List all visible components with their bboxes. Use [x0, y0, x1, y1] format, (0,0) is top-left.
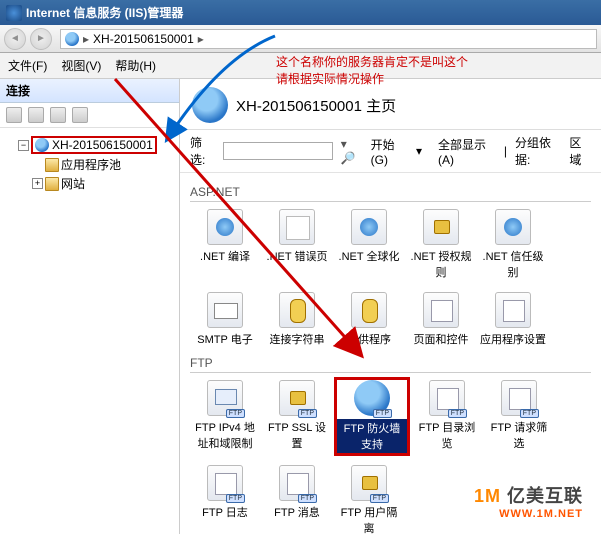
collapse-icon[interactable]: − [18, 140, 29, 151]
feature-item[interactable]: FTPFTP SSL 设置 [262, 377, 332, 456]
page-title: XH-201506150001 主页 [236, 95, 396, 116]
groupby-label: 分组依据: [515, 134, 561, 168]
chevron-right-icon: ▸ [83, 32, 89, 46]
connections-tree: − XH-201506150001 应用程序池 + 网站 [0, 128, 179, 200]
breadcrumb[interactable]: ▸ XH-201506150001 ▸ [60, 29, 597, 49]
feature-item[interactable]: .NET 授权规则 [406, 206, 476, 283]
feature-label: FTP 用户隔离 [336, 504, 402, 534]
feature-label: 提供程序 [336, 331, 402, 347]
tree-label: 网站 [61, 175, 85, 192]
tree-label-server: XH-201506150001 [52, 138, 153, 152]
feature-item[interactable]: FTPFTP 防火墙支持 [334, 377, 410, 456]
content-pane: XH-201506150001 主页 筛选: ▾ 🔎 开始(G) ▾ 全部显示(… [180, 79, 601, 534]
app-icon [6, 5, 22, 21]
filter-input[interactable] [223, 142, 333, 160]
toolbar-button[interactable] [6, 107, 22, 123]
feature-label: 连接字符串 [264, 331, 330, 347]
tree-label: 应用程序池 [61, 156, 121, 173]
feature-label: FTP 请求筛选 [486, 419, 552, 451]
menu-help[interactable]: 帮助(H) [115, 57, 156, 74]
chevron-right-icon: ▸ [198, 32, 204, 46]
show-all-button[interactable]: 全部显示(A) [438, 136, 496, 167]
feature-label: .NET 信任级别 [480, 248, 546, 280]
server-icon [35, 138, 49, 152]
ftp-badge-icon: FTP [298, 409, 317, 418]
feature-label: FTP 消息 [264, 504, 330, 520]
ftp-badge-icon: FTP [520, 409, 539, 418]
feature-item[interactable]: 页面和控件 [406, 289, 476, 350]
ftp-badge-icon: FTP [373, 409, 392, 418]
server-icon [65, 32, 79, 46]
feature-item[interactable]: .NET 错误页 [262, 206, 332, 283]
tree-node-app-pools[interactable]: 应用程序池 [32, 156, 175, 173]
toolbar-button[interactable] [72, 107, 88, 123]
feature-label: FTP SSL 设置 [264, 419, 330, 451]
page-header: XH-201506150001 主页 [180, 79, 601, 130]
feature-label: FTP 防火墙支持 [337, 419, 407, 453]
server-home-icon [192, 87, 228, 123]
window-titlebar: Internet 信息服务 (IIS)管理器 [0, 0, 601, 25]
ftp-badge-icon: FTP [298, 494, 317, 503]
nav-back-button[interactable]: ◄ [4, 28, 26, 50]
ftp-badge-icon: FTP [226, 494, 245, 503]
menu-view[interactable]: 视图(V) [61, 57, 101, 74]
feature-label: .NET 错误页 [264, 248, 330, 264]
feature-item[interactable]: 应用程序设置 [478, 289, 548, 350]
feature-label: FTP 目录浏览 [414, 419, 480, 451]
connections-header: 连接 [0, 79, 179, 103]
feature-label: .NET 编译 [192, 248, 258, 264]
groupby-value[interactable]: 区域 [569, 134, 591, 168]
feature-label: FTP IPv4 地址和域限制 [192, 419, 258, 451]
feature-label: 页面和控件 [408, 331, 474, 347]
ftp-badge-icon: FTP [370, 494, 389, 503]
feature-label: .NET 授权规则 [408, 248, 474, 280]
group-aspnet: ASP.NET [190, 185, 591, 202]
go-button[interactable]: 开始(G) [371, 136, 408, 167]
filter-toolbar: 筛选: ▾ 🔎 开始(G) ▾ 全部显示(A) | 分组依据: 区域 [180, 130, 601, 173]
feature-item[interactable]: FTPFTP 日志 [190, 462, 260, 534]
feature-item[interactable]: SMTP 电子 [190, 289, 260, 350]
folder-icon [45, 158, 59, 172]
breadcrumb-node: XH-201506150001 [93, 32, 194, 46]
feature-item[interactable]: FTPFTP 用户隔离 [334, 462, 404, 534]
feature-item[interactable]: 提供程序 [334, 289, 404, 350]
feature-item[interactable]: FTPFTP 消息 [262, 462, 332, 534]
feature-item[interactable]: .NET 信任级别 [478, 206, 548, 283]
feature-label: FTP 日志 [192, 504, 258, 520]
feature-item[interactable]: FTPFTP 目录浏览 [412, 377, 482, 456]
feature-label: 应用程序设置 [480, 331, 546, 347]
filter-label: 筛选: [190, 134, 215, 168]
feature-item[interactable]: FTPFTP IPv4 地址和域限制 [190, 377, 260, 456]
toolbar-button[interactable] [50, 107, 66, 123]
feature-label: .NET 全球化 [336, 248, 402, 264]
ftp-badge-icon: FTP [448, 409, 467, 418]
connections-pane: 连接 − XH-201506150001 应用程序池 + [0, 79, 180, 534]
group-ftp: FTP [190, 356, 591, 373]
expand-icon[interactable]: + [32, 178, 43, 189]
tree-node-sites[interactable]: + 网站 [32, 175, 175, 192]
feature-label: SMTP 电子 [192, 331, 258, 347]
feature-item[interactable]: .NET 全球化 [334, 206, 404, 283]
folder-icon [45, 177, 59, 191]
connections-toolbar [0, 103, 179, 128]
feature-list: ASP.NET .NET 编译 .NET 错误页 .NET 全球化 .NET 授权规则… [180, 173, 601, 534]
tree-node-server[interactable]: − XH-201506150001 [18, 136, 175, 154]
nav-toolbar: ◄ ► ▸ XH-201506150001 ▸ [0, 25, 601, 53]
feature-item[interactable]: .NET 编译 [190, 206, 260, 283]
menu-file[interactable]: 文件(F) [8, 57, 47, 74]
ftp-badge-icon: FTP [226, 409, 245, 418]
nav-forward-button[interactable]: ► [30, 28, 52, 50]
feature-item[interactable]: FTPFTP 请求筛选 [484, 377, 554, 456]
window-title: Internet 信息服务 (IIS)管理器 [26, 4, 183, 21]
feature-item[interactable]: 连接字符串 [262, 289, 332, 350]
toolbar-button[interactable] [28, 107, 44, 123]
